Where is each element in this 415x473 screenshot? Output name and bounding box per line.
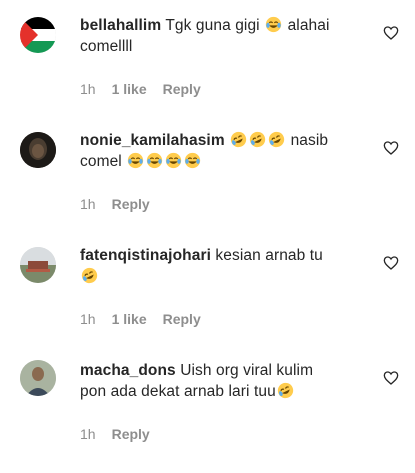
rolling-on-floor-laughing-icon [277,382,293,399]
comment-time[interactable]: 1h [80,196,96,212]
comment-text-line1: Uish org viral kulim [180,362,314,379]
face-with-tears-of-joy-icon [166,152,182,169]
comment-time[interactable]: 1h [80,311,96,327]
face-with-tears-of-joy-icon [185,152,201,169]
heart-icon[interactable] [383,370,399,386]
avatar[interactable] [20,17,56,53]
comment-text-after-emoji: alahai [287,17,330,34]
comment-meta: 1h Reply [80,196,150,212]
outdoor-photo-icon [20,247,56,283]
face-with-tears-of-joy-icon [128,152,144,169]
comment-username[interactable]: bellahallim [80,17,161,34]
comment-text: nonie_kamilahasim nasib comel [80,130,370,172]
comment-time[interactable]: 1h [80,426,96,442]
comment-username[interactable]: nonie_kamilahasim [80,132,225,149]
reply-button[interactable]: Reply [163,81,201,97]
comment-likes[interactable]: 1 like [112,81,147,97]
comment-meta: 1h Reply [80,426,150,442]
comment-text: fatenqistinajohari kesian arnab tu [80,245,370,287]
reply-button[interactable]: Reply [112,426,150,442]
comment-text-line2: pon ada dekat arnab lari tuu [80,383,276,400]
comment-username[interactable]: fatenqistinajohari [80,247,211,264]
person-portrait-icon [20,360,56,396]
comment-text: macha_dons Uish org viral kulim pon ada … [80,360,370,402]
comment-text-line2: comel [80,153,122,170]
comment-meta: 1h 1 like Reply [80,311,201,327]
avatar[interactable] [20,247,56,283]
comment-likes[interactable]: 1 like [112,311,147,327]
avatar[interactable] [20,132,56,168]
face-with-tears-of-joy-icon [266,16,282,33]
comment-text-after-emoji: nasib [290,132,329,149]
reply-button[interactable]: Reply [163,311,201,327]
rolling-on-floor-laughing-icon [249,131,266,148]
comment-text-line1: kesian arnab tu [215,247,323,264]
portrait-icon [20,132,56,168]
comment-username[interactable]: macha_dons [80,362,176,379]
reply-button[interactable]: Reply [112,196,150,212]
comment-time[interactable]: 1h [80,81,96,97]
face-with-tears-of-joy-icon [147,152,163,169]
avatar[interactable] [20,360,56,396]
rolling-on-floor-laughing-icon [268,131,285,148]
rolling-on-floor-laughing-icon [81,267,98,284]
comment-text: bellahallim Tgk guna gigi alahai comelll… [80,15,370,57]
palestine-flag-icon [20,17,56,53]
heart-icon[interactable] [383,255,399,271]
heart-icon[interactable] [383,140,399,156]
comment-text-line2: comellll [80,38,133,55]
heart-icon[interactable] [383,25,399,41]
comment-meta: 1h 1 like Reply [80,81,201,97]
rolling-on-floor-laughing-icon [230,131,247,148]
comment-text-line1: Tgk guna gigi [165,17,260,34]
